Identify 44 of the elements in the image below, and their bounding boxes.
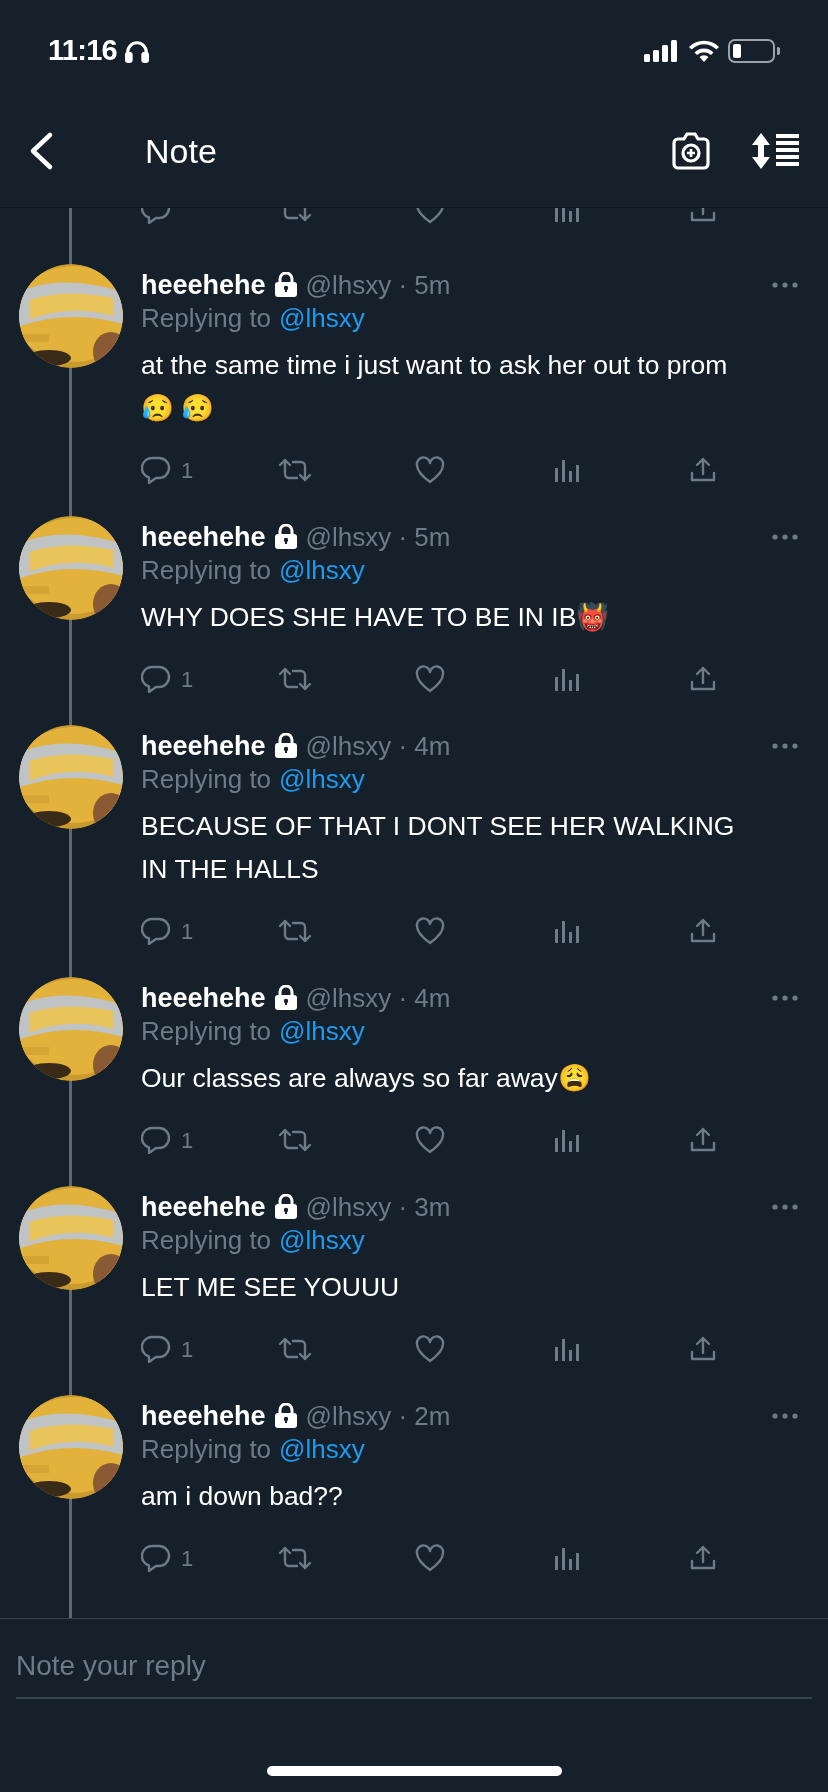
lock-icon: [273, 733, 298, 759]
wifi-icon: [688, 38, 720, 63]
more-icon[interactable]: [772, 282, 798, 288]
handle-and-time: @lhsxy · 5m: [305, 268, 452, 302]
reply-count: 1: [181, 456, 194, 485]
camera-plus-button[interactable]: [670, 130, 712, 172]
more-icon[interactable]: [772, 995, 798, 1001]
lock-icon: [273, 1403, 298, 1429]
mention-link[interactable]: @lhsxy: [279, 551, 365, 590]
reply-count: 1: [181, 1126, 194, 1155]
handle-and-time: @lhsxy · 5m: [305, 520, 452, 554]
mention-link[interactable]: @lhsxy: [279, 1012, 365, 1051]
reply-count: 1: [181, 1335, 194, 1364]
status-time: 11:16: [48, 32, 117, 68]
reply-count: 1: [181, 1544, 194, 1573]
tweet-text: BECAUSE OF THAT I DONT SEE HER WALKING IN THE HALLS: [141, 810, 736, 886]
mention-link[interactable]: @lhsxy: [279, 1430, 365, 1469]
lock-icon: [273, 272, 298, 298]
more-icon[interactable]: [772, 534, 798, 540]
tweet-text: at the same time i just want to ask her out to prom😥 😥: [141, 349, 729, 425]
sort-button[interactable]: [752, 131, 800, 171]
page-title: Note: [145, 130, 218, 172]
battery-icon: [728, 37, 780, 64]
lock-icon: [273, 985, 298, 1011]
tweet-text: LET ME SEE YOUUU: [141, 1271, 401, 1304]
more-icon[interactable]: [772, 1204, 798, 1210]
handle-and-time: @lhsxy · 3m: [305, 1190, 452, 1224]
more-icon[interactable]: [772, 743, 798, 749]
signal-icon: [644, 38, 680, 63]
tweet-text: am i down bad??: [141, 1480, 344, 1513]
reply-count: 1: [181, 917, 194, 946]
tweet-text: WHY DOES SHE HAVE TO BE IN IB👹: [141, 601, 611, 634]
reply-count: 1: [181, 665, 194, 694]
handle-and-time: @lhsxy · 2m: [305, 1399, 452, 1433]
mention-link[interactable]: @lhsxy: [279, 760, 365, 799]
tweet-text: Our classes are always so far away😩: [141, 1062, 592, 1095]
mention-link[interactable]: @lhsxy: [279, 1221, 365, 1260]
mention-link[interactable]: @lhsxy: [279, 299, 365, 338]
handle-and-time: @lhsxy · 4m: [305, 981, 452, 1015]
lock-icon: [273, 524, 298, 550]
lock-icon: [273, 1194, 298, 1220]
reply-input-field[interactable]: Note your reply: [16, 1639, 812, 1699]
more-icon[interactable]: [772, 1413, 798, 1419]
handle-and-time: @lhsxy · 4m: [305, 729, 452, 763]
